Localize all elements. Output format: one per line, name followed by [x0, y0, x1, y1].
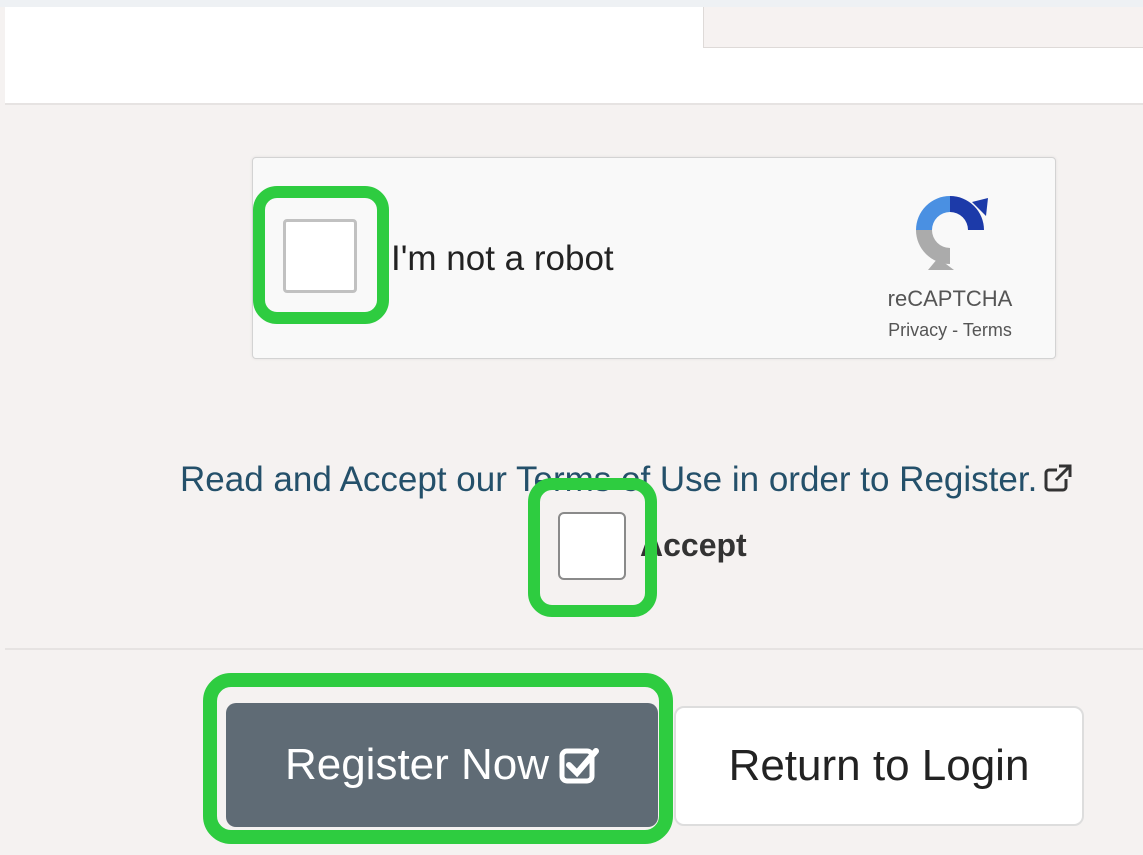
terms-of-use-link[interactable]: Read and Accept our Terms of Use in orde…	[180, 460, 1143, 500]
accept-label: Accept	[640, 527, 747, 563]
recaptcha-brand: reCAPTCHA	[887, 286, 1013, 311]
recaptcha-link-separator: -	[947, 320, 963, 340]
terms-text[interactable]: Read and Accept our Terms of Use in orde…	[180, 460, 1037, 499]
recaptcha-links: Privacy - Terms	[853, 320, 1047, 341]
recaptcha-logo-icon	[916, 196, 988, 270]
recaptcha-widget: I'm not a robot reCAPTCHA Privacy - Term…	[252, 157, 1056, 359]
recaptcha-terms-link[interactable]: Terms	[963, 320, 1012, 340]
buttons-divider	[5, 648, 1143, 650]
external-link-icon	[1044, 464, 1072, 492]
recaptcha-checkbox[interactable]	[283, 219, 357, 293]
return-to-login-button[interactable]: Return to Login	[674, 706, 1084, 826]
section-divider	[5, 103, 1143, 105]
return-to-login-label: Return to Login	[728, 741, 1030, 790]
top-strip	[0, 0, 1143, 7]
check-square-icon	[559, 748, 600, 784]
top-panel	[703, 7, 1143, 48]
recaptcha-privacy-link[interactable]: Privacy	[888, 320, 947, 340]
accept-terms-checkbox[interactable]	[558, 512, 626, 580]
register-now-label: Register Now	[284, 740, 550, 789]
register-now-button[interactable]: Register Now	[226, 703, 658, 827]
top-section	[5, 7, 1143, 103]
recaptcha-label: I'm not a robot	[391, 239, 614, 278]
